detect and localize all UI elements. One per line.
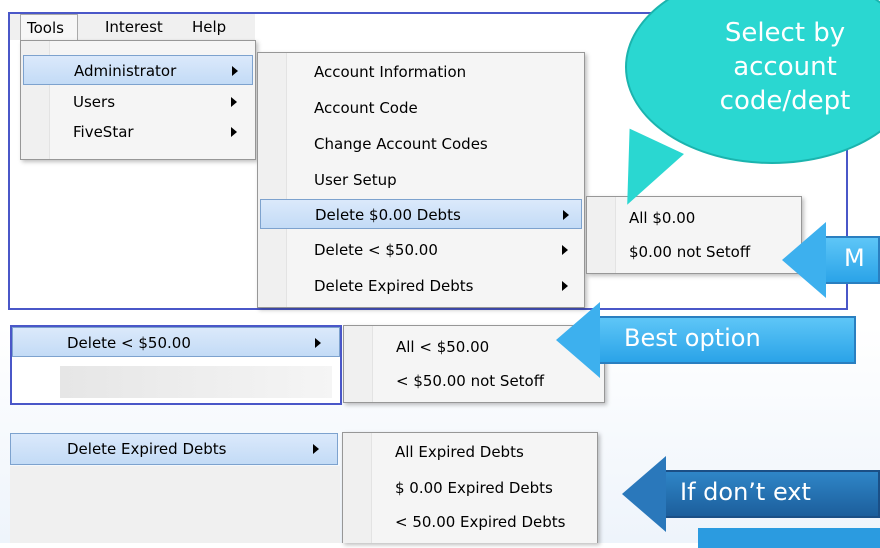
submenu-arrow-icon	[562, 245, 568, 255]
zero-debts-submenu: All $0.00 $0.00 not Setoff	[586, 196, 802, 274]
menu-item-delete-under-50[interactable]: Delete < $50.00	[260, 235, 582, 265]
menu-item-fivestar[interactable]: FiveStar	[23, 117, 253, 147]
menu-item-administrator[interactable]: Administrator	[23, 55, 253, 85]
menu-item-account-code[interactable]: Account Code	[260, 93, 582, 123]
left-arrow-icon	[622, 456, 666, 532]
callout-text: Select by account code/dept	[719, 18, 851, 116]
menu-help[interactable]: Help	[192, 14, 226, 40]
menu-item-account-information[interactable]: Account Information	[260, 57, 582, 87]
submenu-arrow-icon	[231, 127, 237, 137]
menu-item-delete-under-50-strip[interactable]: Delete < $50.00	[12, 327, 340, 357]
blurred-menu-area	[10, 466, 340, 543]
menu-item-zero-not-setoff[interactable]: $0.00 not Setoff	[589, 237, 799, 267]
menu-item-zero-expired[interactable]: $ 0.00 Expired Debts	[345, 473, 595, 503]
left-arrow-icon	[782, 222, 826, 298]
menu-item-delete-expired-debts[interactable]: Delete Expired Debts	[260, 271, 582, 301]
menu-item-users[interactable]: Users	[23, 87, 253, 117]
arrow-if-dont-extend: If don’t ext	[622, 456, 880, 532]
left-arrow-icon	[556, 302, 600, 378]
administrator-submenu: Account Information Account Code Change …	[257, 52, 585, 308]
menu-item-all-expired[interactable]: All Expired Debts	[345, 437, 595, 467]
arrow-best-option: Best option	[556, 302, 856, 378]
submenu-arrow-icon	[232, 66, 238, 76]
blurred-menu-item	[60, 366, 332, 398]
menu-item-all-zero[interactable]: All $0.00	[589, 203, 799, 233]
menu-item-under-50-expired[interactable]: < 50.00 Expired Debts	[345, 507, 595, 537]
submenu-arrow-icon	[562, 281, 568, 291]
submenu-arrow-icon	[315, 338, 321, 348]
menu-tools[interactable]: Tools	[20, 14, 78, 40]
menu-interest[interactable]: Interest	[105, 14, 163, 40]
menu-item-user-setup[interactable]: User Setup	[260, 165, 582, 195]
menu-item-change-account-codes[interactable]: Change Account Codes	[260, 129, 582, 159]
menu-item-delete-expired-strip[interactable]: Delete Expired Debts	[10, 433, 338, 465]
submenu-arrow-icon	[231, 97, 237, 107]
bottom-accent-bar	[698, 528, 880, 548]
expired-submenu: All Expired Debts $ 0.00 Expired Debts <…	[342, 432, 598, 543]
tools-dropdown: Administrator Users FiveStar	[20, 40, 256, 160]
arrow-callout-top: M	[782, 222, 880, 298]
submenu-arrow-icon	[313, 444, 319, 454]
menubar: Tools Interest Help	[10, 14, 255, 40]
menu-item-delete-zero-debts[interactable]: Delete $0.00 Debts	[260, 199, 582, 229]
submenu-arrow-icon	[563, 210, 569, 220]
